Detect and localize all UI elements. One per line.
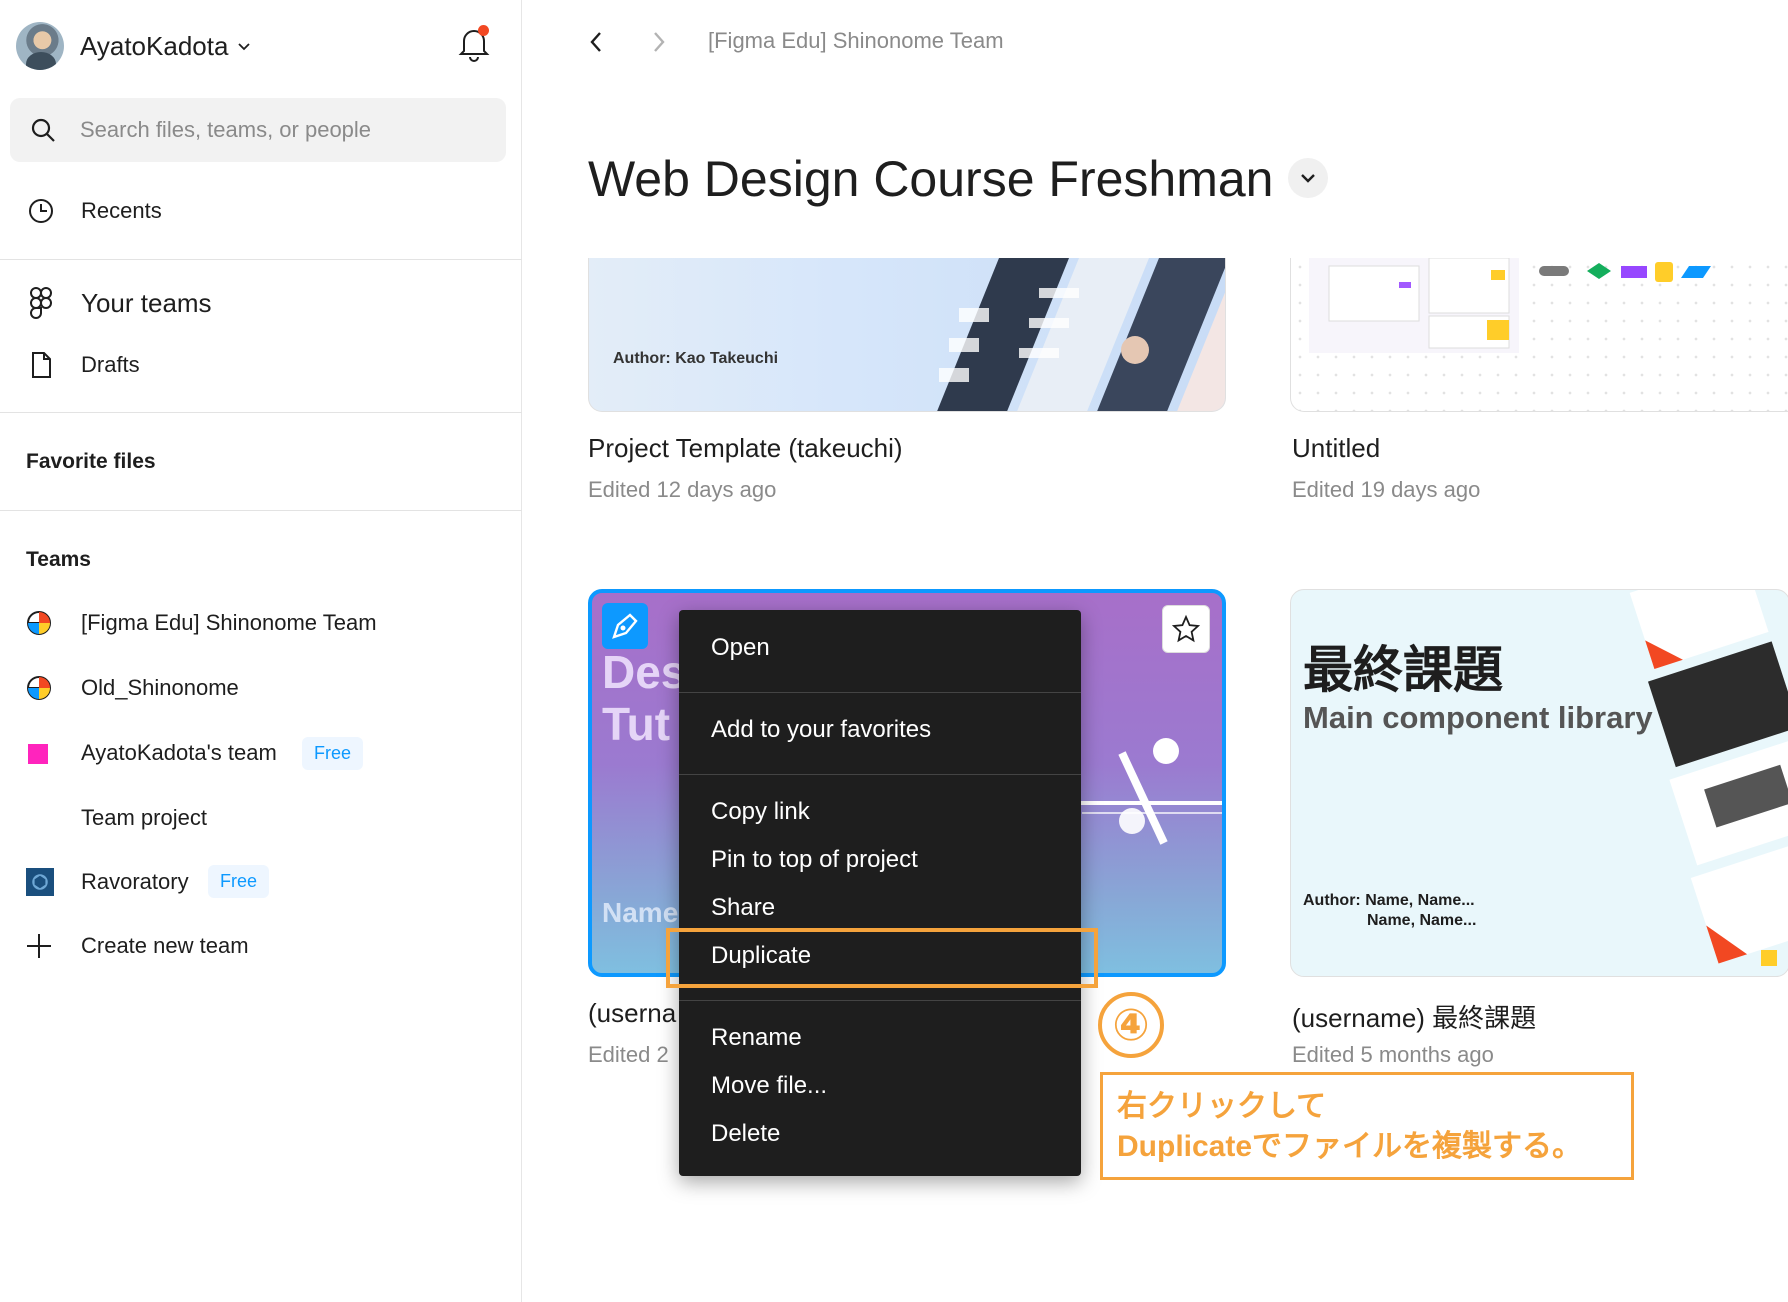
duplicate-highlight-box	[666, 928, 1098, 988]
clock-icon	[29, 199, 53, 223]
menu-item-add-favorites[interactable]: Add to your favorites	[711, 716, 931, 744]
team-logo-icon	[27, 676, 51, 700]
slides-collage-image	[1629, 590, 1788, 966]
favorite-files-heading: Favorite files	[26, 450, 156, 473]
notification-dot	[478, 25, 489, 36]
pen-tool-icon	[602, 603, 648, 649]
thumbnail-name: Name	[602, 897, 679, 928]
search-placeholder: Search files, teams, or people	[80, 117, 372, 142]
menu-item-delete[interactable]: Delete	[711, 1120, 780, 1148]
nav-recents-label: Recents	[81, 198, 162, 223]
menu-separator	[679, 774, 1081, 775]
file-name[interactable]: (username) 最終課題	[1292, 998, 1536, 1035]
file-name[interactable]: (userna	[588, 998, 676, 1029]
menu-item-move[interactable]: Move file...	[711, 1072, 827, 1100]
project-menu-button[interactable]	[1288, 158, 1328, 198]
favorite-star-button[interactable]	[1162, 605, 1210, 653]
thumbnail-title-line2: Tut	[602, 698, 671, 750]
plan-badge: Free	[302, 737, 364, 770]
instruction-note: 右クリックして Duplicateでファイルを複製する。	[1100, 1072, 1634, 1180]
file-thumbnail[interactable]	[1290, 258, 1788, 412]
file-edited-time: Edited 2	[588, 1042, 669, 1067]
divider	[0, 259, 522, 260]
thumbnail-author-line1: Author: Name, Name...	[1303, 892, 1475, 909]
team-label: Ravoratory	[81, 869, 189, 894]
forward-arrow-icon[interactable]	[648, 28, 670, 56]
nav-your-teams[interactable]: Your teams	[26, 286, 212, 320]
plus-icon	[27, 934, 51, 958]
sidebar: AyatoKadota Search files, teams, or peop…	[0, 0, 522, 1302]
file-edited-time: Edited 12 days ago	[588, 477, 777, 502]
create-new-team-button[interactable]: Create new team	[26, 926, 249, 966]
figma-logo-icon	[29, 287, 52, 319]
nav-drafts[interactable]: Drafts	[26, 350, 140, 380]
chevron-down-icon	[238, 43, 251, 51]
illustration-graphic	[1072, 738, 1222, 845]
file-icon	[32, 352, 51, 378]
menu-item-open[interactable]: Open	[711, 634, 770, 662]
menu-item-copy-link[interactable]: Copy link	[711, 798, 810, 826]
menu-separator	[679, 1000, 1081, 1001]
file-edited-time: Edited 5 months ago	[1292, 1042, 1494, 1067]
search-icon	[31, 118, 55, 142]
thumbnail-author: Author: Kao Takeuchi	[613, 350, 779, 367]
file-name[interactable]: Untitled	[1292, 433, 1380, 464]
team-item-old-shinonome[interactable]: Old_Shinonome	[26, 668, 239, 708]
thumbnail-subtitle: Main component library	[1303, 700, 1653, 735]
ravoratory-logo-icon	[26, 868, 54, 896]
account-menu[interactable]: AyatoKadota	[16, 20, 252, 72]
divider	[0, 510, 522, 511]
chevron-down-icon	[1301, 174, 1315, 183]
menu-item-pin[interactable]: Pin to top of project	[711, 846, 918, 874]
teams-heading: Teams	[26, 548, 91, 571]
back-arrow-icon[interactable]	[585, 28, 607, 56]
nav-recents[interactable]: Recents	[26, 196, 162, 226]
file-edited-time: Edited 19 days ago	[1292, 477, 1481, 502]
menu-item-rename[interactable]: Rename	[711, 1024, 802, 1052]
file-name[interactable]: Project Template (takeuchi)	[588, 433, 903, 464]
breadcrumb[interactable]: [Figma Edu] Shinonome Team	[708, 28, 1004, 54]
figjam-board-image	[1309, 258, 1711, 353]
file-thumbnail[interactable]: 最終課題 Main component library Author: Name…	[1290, 589, 1788, 977]
team-logo-icon	[27, 611, 51, 635]
avatar	[16, 22, 64, 70]
team-item-ayatokadota[interactable]: AyatoKadota's team	[26, 733, 277, 773]
nav-your-teams-label: Your teams	[81, 288, 212, 318]
team-item-figma-edu[interactable]: [Figma Edu] Shinonome Team	[26, 603, 377, 643]
step-number: ④	[1098, 992, 1164, 1058]
thumbnail-title: 最終課題	[1303, 642, 1503, 698]
context-menu: Open Add to your favorites Copy link Pin…	[679, 610, 1081, 1176]
slides-collage-image	[936, 258, 1225, 411]
pink-square-icon	[28, 744, 48, 764]
instruction-line1: 右クリックして	[1117, 1090, 1327, 1123]
team-item-ravoratory[interactable]: Ravoratory	[26, 862, 189, 902]
thumbnail-author-line2: Name, Name...	[1367, 912, 1477, 929]
create-new-team-label: Create new team	[81, 933, 249, 958]
file-thumbnail[interactable]: Author: Kao Takeuchi	[588, 258, 1226, 412]
divider	[0, 412, 522, 413]
instruction-line2: Duplicateでファイルを複製する。	[1117, 1130, 1583, 1163]
search-input[interactable]: Search files, teams, or people	[10, 98, 506, 162]
team-label: Team project	[81, 805, 207, 830]
thumbnail-title-line1: Des	[602, 646, 687, 698]
menu-separator	[679, 692, 1081, 693]
page-title: Web Design Course Freshman	[588, 151, 1274, 207]
user-name: AyatoKadota	[80, 30, 229, 61]
team-label: AyatoKadota's team	[81, 740, 277, 765]
menu-item-share[interactable]: Share	[711, 894, 775, 922]
nav-drafts-label: Drafts	[81, 352, 140, 377]
plan-badge: Free	[208, 865, 270, 898]
star-icon	[1171, 614, 1201, 643]
team-label: Old_Shinonome	[81, 675, 239, 700]
team-label: [Figma Edu] Shinonome Team	[81, 610, 377, 635]
